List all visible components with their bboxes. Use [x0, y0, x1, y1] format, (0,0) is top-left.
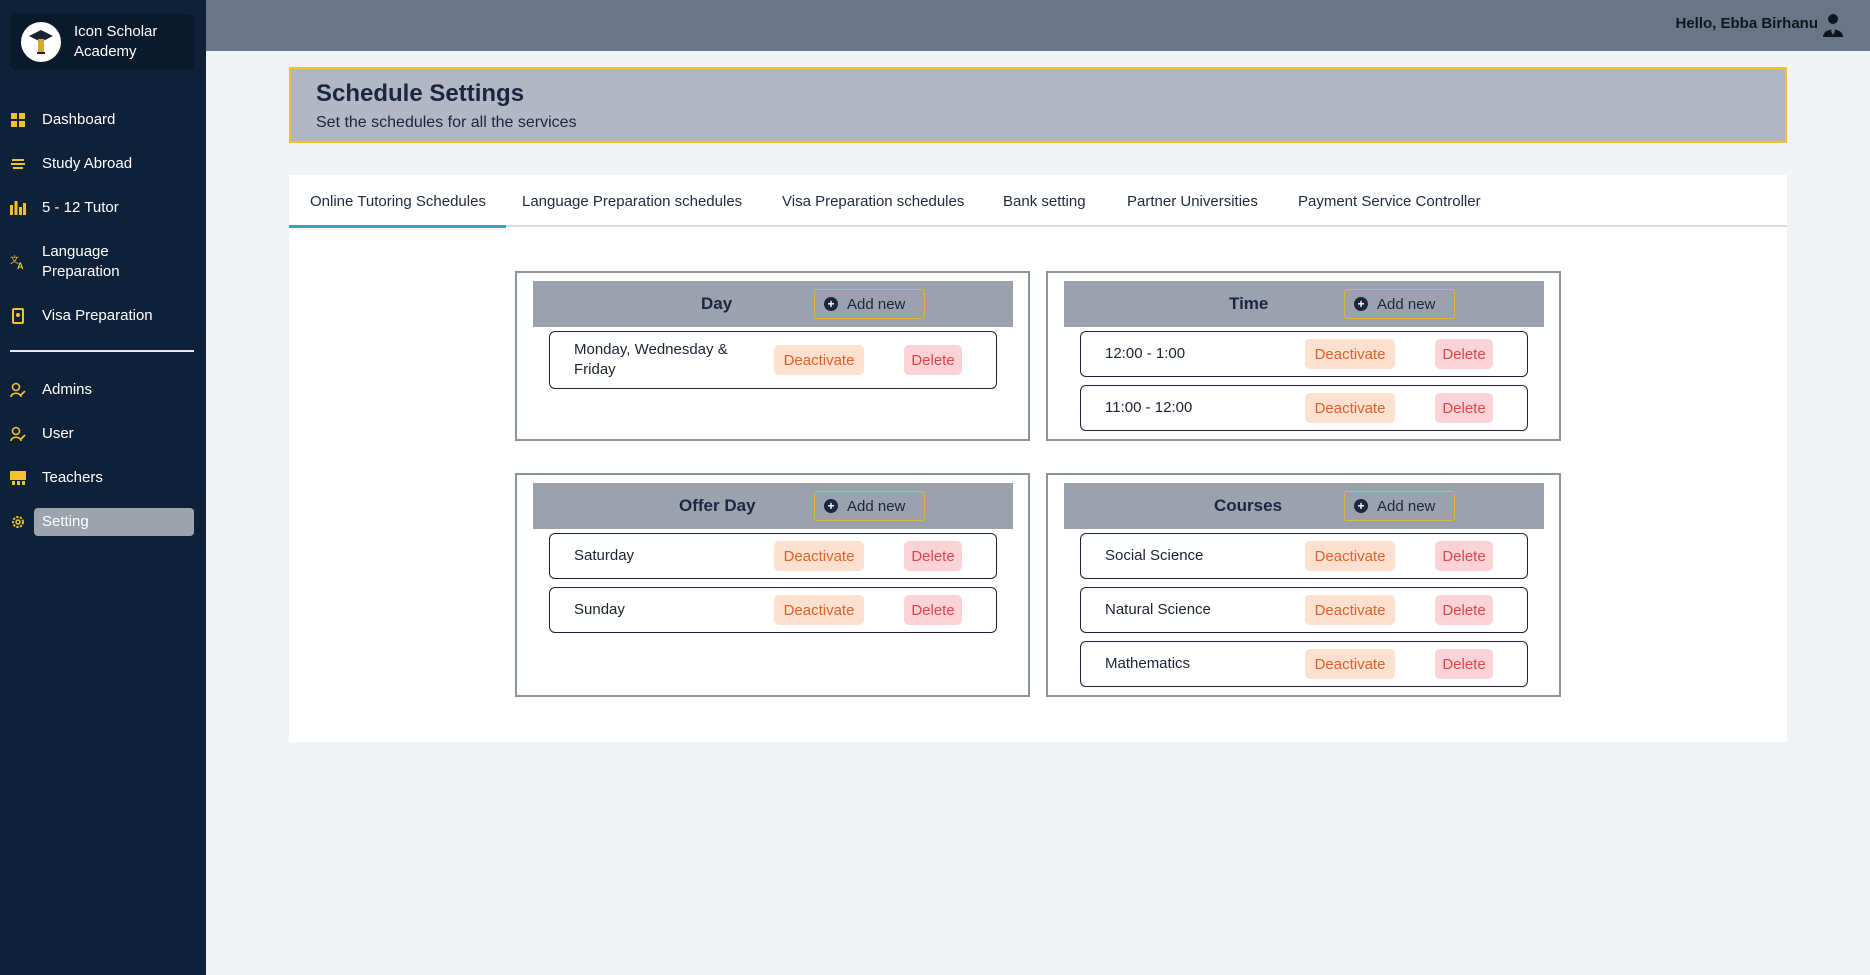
item-label: Mathematics	[1105, 655, 1191, 672]
item-label: Social Science	[1105, 547, 1204, 564]
sidebar-item-label: Admins	[42, 381, 93, 398]
offer-day-panel-header: Offer Day + Add new	[533, 483, 1013, 529]
delete-button[interactable]: Delete	[1435, 541, 1493, 571]
button-label: Add new	[1377, 497, 1436, 515]
list-item: Mathematics Deactivate Delete	[1080, 641, 1528, 687]
user-edit-icon	[10, 426, 26, 442]
sidebar-item-label: Language Preparation	[42, 243, 120, 280]
list-item: Sunday Deactivate Delete	[549, 587, 997, 633]
day-panel: Day + Add new Monday, Wednesday & Friday…	[515, 271, 1030, 441]
tab-bar: Online Tutoring Schedules Language Prepa…	[289, 175, 1787, 228]
list-item: Social Science Deactivate Delete	[1080, 533, 1528, 579]
item-label: 11:00 - 12:00	[1105, 399, 1193, 416]
deactivate-button[interactable]: Deactivate	[1305, 595, 1395, 625]
teacher-board-icon	[10, 470, 26, 486]
item-label: 12:00 - 1:00	[1105, 345, 1186, 362]
deactivate-button[interactable]: Deactivate	[774, 345, 864, 375]
sidebar-item-label: Dashboard	[42, 111, 116, 128]
tab-online-tutoring-schedules[interactable]: Online Tutoring Schedules	[289, 193, 506, 228]
time-panel-header: Time + Add new	[1064, 281, 1544, 327]
add-new-button[interactable]: + Add new	[814, 289, 925, 319]
delete-button[interactable]: Delete	[1435, 595, 1493, 625]
page-subtitle: Set the schedules for all the services	[316, 114, 577, 131]
user-edit-icon	[10, 382, 26, 398]
day-panel-header: Day + Add new	[533, 281, 1013, 327]
deactivate-button[interactable]: Deactivate	[1305, 541, 1395, 571]
panel-title: Courses	[1214, 496, 1283, 515]
sidebar-item-label: Visa Preparation	[42, 307, 153, 324]
panel-title: Day	[701, 294, 733, 313]
passport-icon	[10, 308, 26, 324]
deactivate-button[interactable]: Deactivate	[1305, 393, 1395, 423]
study-abroad-icon	[10, 156, 26, 172]
sidebar-item-label: Setting	[42, 513, 89, 530]
item-label: Saturday	[574, 547, 635, 564]
list-item: 12:00 - 1:00 Deactivate Delete	[1080, 331, 1528, 377]
panel-title: Offer Day	[679, 496, 756, 515]
sidebar-item-label: User	[42, 425, 74, 442]
button-label: Add new	[1377, 295, 1436, 313]
item-label: Sunday	[574, 601, 625, 618]
dashboard-icon	[10, 112, 26, 128]
list-item: Saturday Deactivate Delete	[549, 533, 997, 579]
button-label: Add new	[847, 497, 906, 515]
deactivate-button[interactable]: Deactivate	[774, 595, 864, 625]
item-label: Monday, Wednesday & Friday	[574, 341, 728, 378]
delete-button[interactable]: Delete	[1435, 339, 1493, 369]
offer-day-panel: Offer Day + Add new Saturday Deactivate …	[515, 473, 1030, 697]
list-item: 11:00 - 12:00 Deactivate Delete	[1080, 385, 1528, 431]
sidebar-item-label: Study Abroad	[42, 155, 133, 172]
sidebar-divider	[10, 350, 194, 352]
deactivate-button[interactable]: Deactivate	[1305, 649, 1395, 679]
gear-icon	[10, 514, 26, 530]
svg-text:A: A	[17, 261, 24, 270]
list-item: Natural Science Deactivate Delete	[1080, 587, 1528, 633]
button-label: Add new	[847, 295, 906, 313]
courses-panel-header: Courses + Add new	[1064, 483, 1544, 529]
item-label: Natural Science	[1105, 601, 1211, 618]
tab-payment-service-controller[interactable]: Payment Service Controller	[1298, 193, 1481, 210]
sidebar-item-label: 5 - 12 Tutor	[42, 199, 119, 216]
user-icon[interactable]	[1822, 13, 1844, 37]
plus-icon: +	[1354, 297, 1368, 311]
plus-icon: +	[824, 297, 838, 311]
settings-card: Online Tutoring Schedules Language Prepa…	[289, 175, 1787, 742]
panel-title: Time	[1229, 294, 1269, 313]
page-title: Schedule Settings	[316, 80, 525, 107]
tab-language-preparation-schedules[interactable]: Language Preparation schedules	[522, 193, 742, 210]
delete-button[interactable]: Delete	[904, 345, 962, 375]
plus-icon: +	[1354, 499, 1368, 513]
tab-bank-setting[interactable]: Bank setting	[1003, 193, 1086, 210]
translate-icon: 文A	[10, 254, 26, 270]
brand-name: Icon Scholar Academy	[74, 23, 158, 60]
add-new-button[interactable]: + Add new	[1344, 491, 1455, 521]
courses-panel: Courses + Add new Social Science Deactiv…	[1046, 473, 1561, 697]
delete-button[interactable]: Delete	[904, 595, 962, 625]
page-header: Schedule Settings Set the schedules for …	[289, 67, 1787, 143]
delete-button[interactable]: Delete	[1435, 393, 1493, 423]
academy-logo-icon	[21, 22, 61, 62]
add-new-button[interactable]: + Add new	[814, 491, 925, 521]
delete-button[interactable]: Delete	[1435, 649, 1493, 679]
sidebar: Icon Scholar Academy Dashboard Study Abr…	[0, 0, 206, 975]
tab-partner-universities[interactable]: Partner Universities	[1127, 193, 1258, 210]
sidebar-item-label: Teachers	[42, 469, 103, 486]
delete-button[interactable]: Delete	[904, 541, 962, 571]
deactivate-button[interactable]: Deactivate	[1305, 339, 1395, 369]
brand[interactable]: Icon Scholar Academy	[10, 14, 194, 70]
add-new-button[interactable]: + Add new	[1344, 289, 1455, 319]
list-item: Monday, Wednesday & Friday Deactivate De…	[549, 331, 997, 389]
tab-visa-preparation-schedules[interactable]: Visa Preparation schedules	[782, 193, 964, 210]
bar-chart-icon	[10, 200, 26, 216]
user-greeting: Hello, Ebba Birhanu	[1675, 15, 1818, 32]
topbar: Hello, Ebba Birhanu	[206, 0, 1870, 51]
plus-icon: +	[824, 499, 838, 513]
time-panel: Time + Add new 12:00 - 1:00 Deactivate D…	[1046, 271, 1561, 441]
deactivate-button[interactable]: Deactivate	[774, 541, 864, 571]
